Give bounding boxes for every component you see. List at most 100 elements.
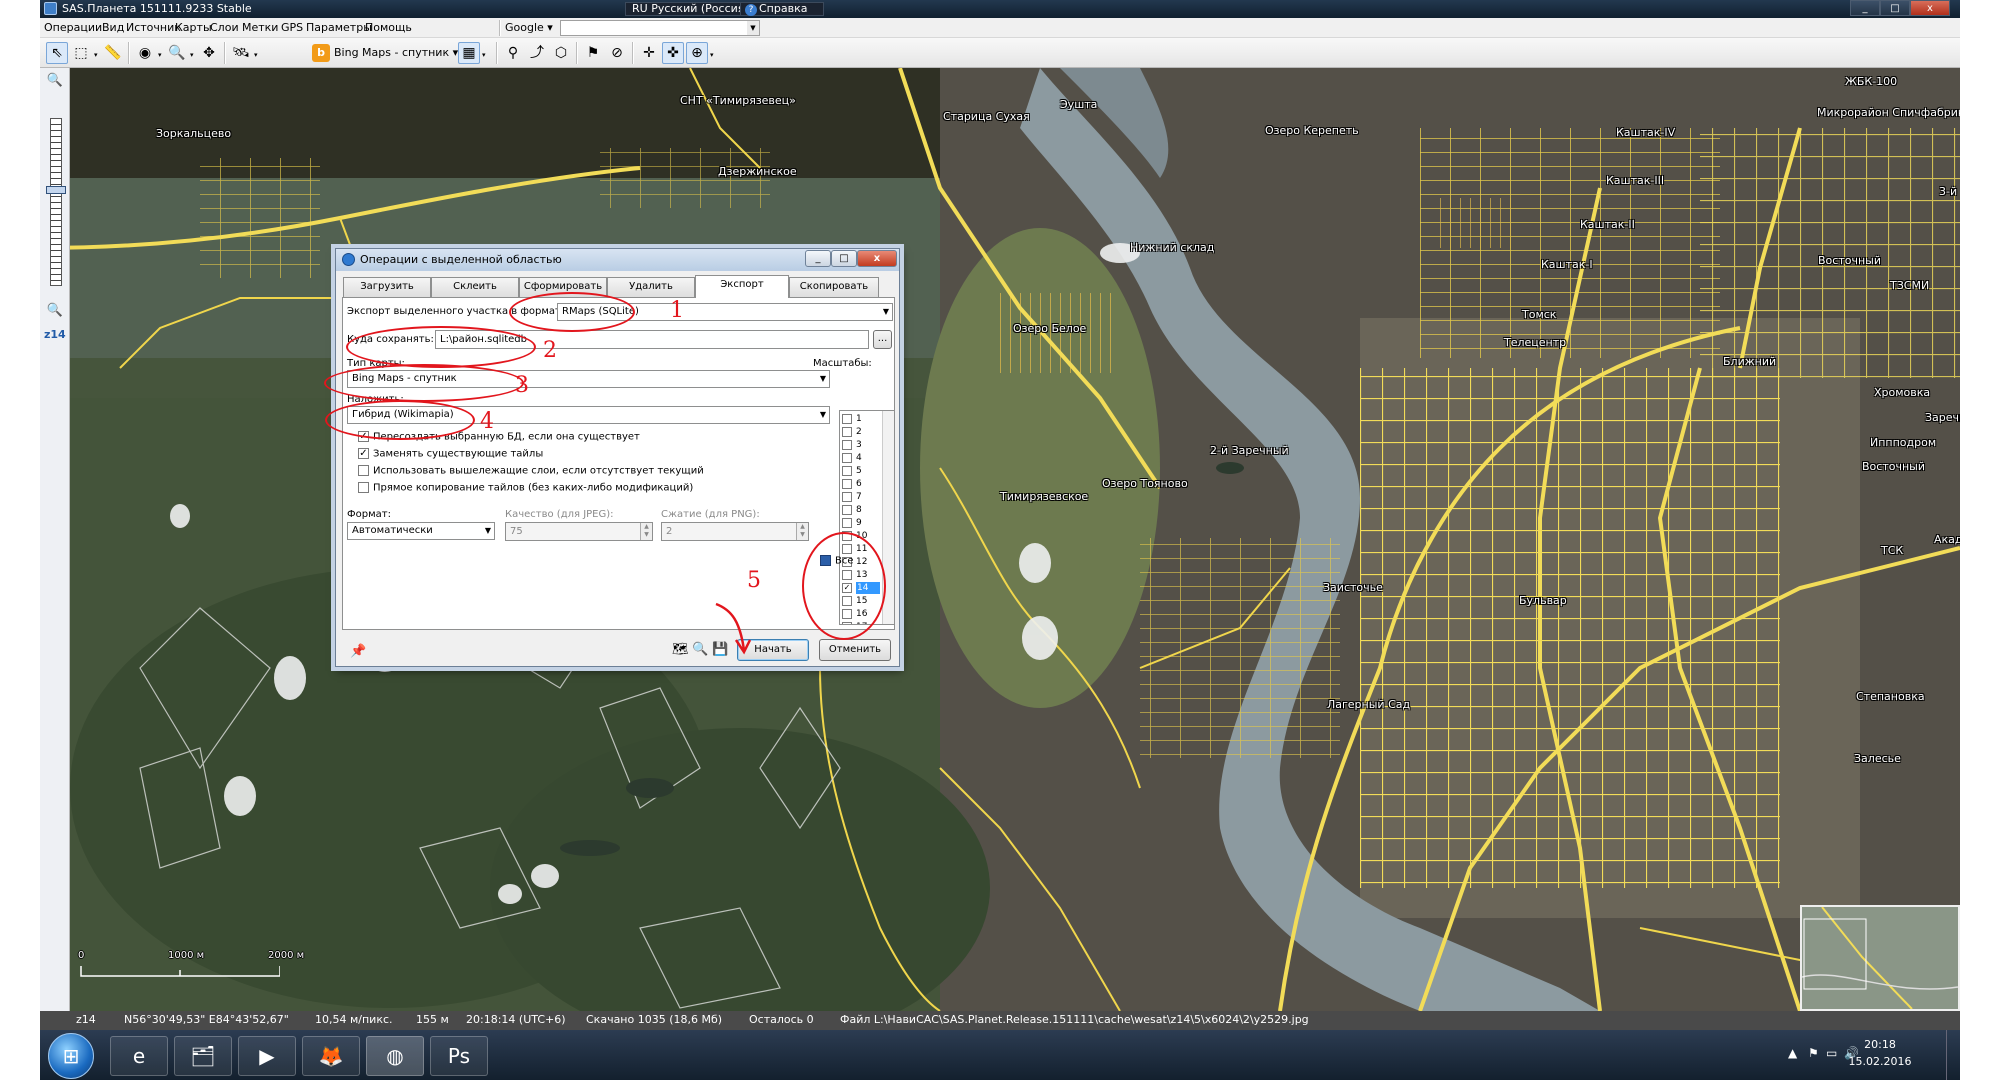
- dialog-maximize-button[interactable]: □: [831, 250, 857, 267]
- tray-expand-icon[interactable]: ▲: [1788, 1046, 1797, 1060]
- rect-select-icon[interactable]: ⬚: [70, 42, 92, 64]
- marks-icon[interactable]: ⚑: [582, 42, 604, 64]
- ruler-icon[interactable]: 📏: [102, 42, 124, 64]
- scale-checkbox[interactable]: [842, 518, 852, 528]
- tab-export[interactable]: Экспорт: [695, 275, 789, 298]
- minimap[interactable]: [1800, 905, 1960, 1011]
- tray-clock[interactable]: 20:18 15.02.2016: [1840, 1036, 1920, 1070]
- start-button[interactable]: ⊞: [48, 1033, 94, 1079]
- zoom-slider[interactable]: [50, 118, 62, 286]
- zoom-out-icon[interactable]: 🔍: [46, 302, 64, 320]
- language-indicator[interactable]: RU Русский (Россия): [625, 2, 756, 16]
- maximize-button[interactable]: □: [1880, 0, 1910, 16]
- tab-copy[interactable]: Скопировать: [789, 277, 879, 297]
- scale-checkbox[interactable]: [842, 479, 852, 489]
- map-label: Каштак-II: [1580, 218, 1635, 231]
- menu-marks[interactable]: Метки: [242, 21, 278, 34]
- network-icon[interactable]: ▭: [1826, 1046, 1837, 1060]
- zoom-slider-thumb[interactable]: [46, 186, 66, 194]
- map-label: 3-й: [1939, 185, 1958, 198]
- status-resolution: 10,54 м/пикс.: [315, 1013, 393, 1026]
- gps-track-icon[interactable]: ✜: [662, 42, 684, 64]
- satellite-dropdown-icon[interactable]: ▾: [254, 51, 258, 59]
- sas-planet-window: SAS.Планета 151111.9233 Stable RU Русски…: [40, 0, 1960, 1080]
- zoom-dropdown-icon[interactable]: ▾: [190, 51, 194, 59]
- show-desktop-button[interactable]: [1946, 1030, 1960, 1080]
- search-engine-select[interactable]: Google ▾: [505, 21, 553, 34]
- tab-delete[interactable]: Удалить: [607, 277, 695, 297]
- scale-checkbox[interactable]: [842, 466, 852, 476]
- dialog-minimize-button[interactable]: _: [805, 250, 831, 267]
- path-icon[interactable]: 🗺: [672, 642, 689, 657]
- scale-checkbox[interactable]: [842, 453, 852, 463]
- dialog-close-button[interactable]: x: [857, 250, 897, 267]
- fullscreen-icon[interactable]: ✥: [198, 42, 220, 64]
- search-dropdown-arrow[interactable]: ▼: [747, 21, 759, 35]
- dialog-title: Операции с выделенной областью: [360, 253, 562, 266]
- status-bar: z14 N56°30'49,53" E84°43'52,67" 10,54 м/…: [40, 1011, 1960, 1030]
- globe-dropdown-icon[interactable]: ▾: [158, 51, 162, 59]
- pointer-tool-icon[interactable]: ⇖: [46, 42, 68, 64]
- tab-stitch[interactable]: Склеить: [431, 277, 519, 297]
- map-label: Заисточье: [1323, 581, 1383, 594]
- direct-copy-option[interactable]: Прямое копирование тайлов (без каких-либ…: [358, 482, 693, 494]
- menu-view[interactable]: Вид: [102, 21, 124, 34]
- minimize-button[interactable]: _: [1850, 0, 1880, 16]
- zoom-icon[interactable]: 🔍: [166, 42, 188, 64]
- globe-icon[interactable]: ◉: [134, 42, 156, 64]
- firefox-icon[interactable]: 🦊: [302, 1036, 360, 1076]
- explorer-icon[interactable]: 🗂: [174, 1036, 232, 1076]
- menu-gps[interactable]: GPS: [281, 21, 303, 34]
- sas-planet-taskbar-icon[interactable]: ◍: [366, 1036, 424, 1076]
- scale-checkbox[interactable]: [842, 414, 852, 424]
- menu-layers[interactable]: Слои: [210, 21, 239, 34]
- menu-source[interactable]: Источник: [126, 21, 181, 34]
- scale-checkbox[interactable]: [842, 505, 852, 515]
- gps-icon[interactable]: ✛: [638, 42, 660, 64]
- layers-dropdown-icon[interactable]: ▾: [482, 51, 486, 59]
- zoom-in-icon[interactable]: 🔍: [46, 72, 64, 90]
- scale-checkbox[interactable]: [842, 492, 852, 502]
- use-upper-layers-option[interactable]: Использовать вышележащие слои, если отсу…: [358, 465, 704, 477]
- map-view[interactable]: СНТ «Тимирязевец» Эушта Зоркальцево Стар…: [40, 68, 1960, 1011]
- direct-copy-checkbox[interactable]: [358, 482, 369, 493]
- minimap-view: [1802, 907, 1958, 1009]
- photoshop-icon[interactable]: Ps: [430, 1036, 488, 1076]
- gps-center-icon[interactable]: ⊕: [686, 42, 708, 64]
- tab-download[interactable]: Загрузить: [343, 277, 431, 297]
- search-input[interactable]: ▼: [560, 20, 760, 36]
- scale-checkbox[interactable]: [842, 440, 852, 450]
- chevron-down-icon: ▼: [819, 410, 826, 419]
- delete-marks-icon[interactable]: ⊘: [606, 42, 628, 64]
- menu-help[interactable]: Помощь: [365, 21, 412, 34]
- add-placemark-icon[interactable]: ⚲: [502, 42, 524, 64]
- annotation-circle-3: [324, 364, 524, 402]
- help-button[interactable]: ? Справка: [740, 2, 825, 16]
- add-path-icon[interactable]: ⤴: [526, 42, 548, 64]
- close-button[interactable]: x: [1910, 0, 1950, 16]
- layers-icon[interactable]: ▦: [458, 42, 480, 64]
- scale-checkbox[interactable]: [842, 427, 852, 437]
- menu-maps[interactable]: Карты: [175, 21, 212, 34]
- replace-tiles-checkbox[interactable]: ✓: [358, 448, 369, 459]
- pin-icon[interactable]: 📌: [350, 644, 366, 659]
- tile-format-select[interactable]: Автоматически ▼: [347, 522, 495, 540]
- gps-dropdown-icon[interactable]: ▾: [710, 51, 714, 59]
- map-label: Восточный: [1862, 460, 1925, 473]
- map-source-select[interactable]: b Bing Maps - спутник ▾: [312, 44, 458, 62]
- ie-icon[interactable]: e: [110, 1036, 168, 1076]
- cancel-button[interactable]: Отменить: [819, 639, 891, 661]
- browse-button[interactable]: ...: [873, 330, 892, 349]
- media-player-icon[interactable]: ▶: [238, 1036, 296, 1076]
- satellite-icon[interactable]: 🛰: [230, 42, 252, 64]
- map-label: Старица Сухая: [943, 110, 1030, 123]
- add-polygon-icon[interactable]: ⬡: [550, 42, 572, 64]
- menu-settings[interactable]: Параметры: [306, 21, 372, 34]
- scale-level-label: 1: [856, 414, 862, 424]
- magnifier-icon[interactable]: 🔍: [692, 642, 708, 657]
- rect-select-dropdown-icon[interactable]: ▾: [94, 51, 98, 59]
- menu-operations[interactable]: Операции: [44, 21, 102, 34]
- use-upper-layers-checkbox[interactable]: [358, 465, 369, 476]
- action-center-icon[interactable]: ⚑: [1808, 1046, 1819, 1060]
- replace-tiles-option[interactable]: ✓ Заменять существующие тайлы: [358, 448, 543, 460]
